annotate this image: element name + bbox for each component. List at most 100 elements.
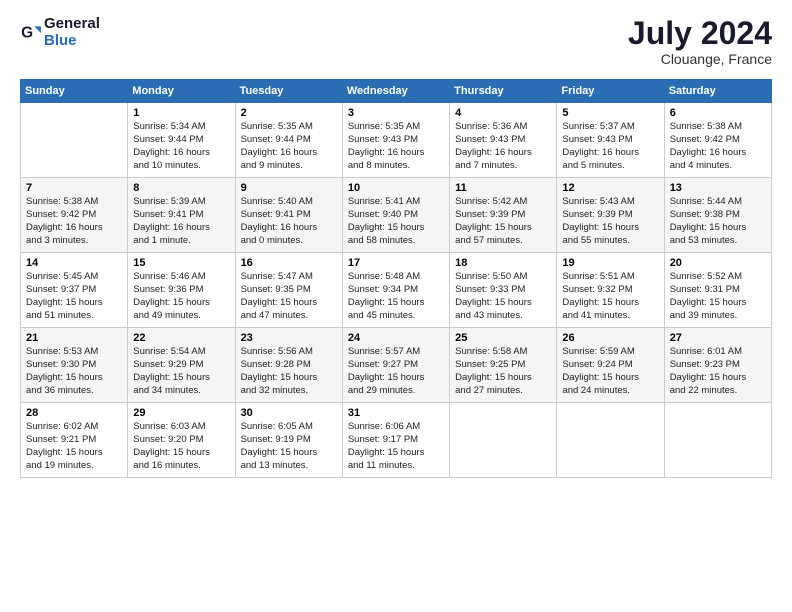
calendar-cell: 10 Sunrise: 5:41 AMSunset: 9:40 PMDayligh… bbox=[342, 178, 449, 253]
calendar-cell: 16 Sunrise: 5:47 AMSunset: 9:35 PMDayligh… bbox=[235, 253, 342, 328]
day-number: 22 bbox=[133, 332, 229, 344]
day-number: 15 bbox=[133, 257, 229, 269]
day-info: Sunrise: 6:03 AMSunset: 9:20 PMDaylight:… bbox=[133, 421, 229, 472]
calendar-cell: 3 Sunrise: 5:35 AMSunset: 9:43 PMDaylight… bbox=[342, 103, 449, 178]
day-number: 5 bbox=[562, 107, 658, 119]
weekday-header-row: SundayMondayTuesdayWednesdayThursdayFrid… bbox=[21, 80, 772, 103]
day-number: 24 bbox=[348, 332, 444, 344]
day-number: 3 bbox=[348, 107, 444, 119]
calendar-cell: 14Sunrise: 5:45 AMSunset: 9:37 PMDayligh… bbox=[21, 253, 128, 328]
calendar-cell bbox=[21, 103, 128, 178]
day-info: Sunrise: 6:01 AMSunset: 9:23 PMDaylight:… bbox=[670, 346, 766, 397]
day-number: 12 bbox=[562, 182, 658, 194]
calendar-cell: 31 Sunrise: 6:06 AMSunset: 9:17 PMDayligh… bbox=[342, 403, 449, 478]
calendar-cell: 25 Sunrise: 5:58 AMSunset: 9:25 PMDayligh… bbox=[450, 328, 557, 403]
weekday-header-friday: Friday bbox=[557, 80, 664, 103]
day-info: Sunrise: 5:37 AMSunset: 9:43 PMDaylight:… bbox=[562, 121, 658, 172]
day-info: Sunrise: 5:41 AMSunset: 9:40 PMDaylight:… bbox=[348, 196, 444, 247]
week-row-1: 1 Sunrise: 5:34 AMSunset: 9:44 PMDaylight… bbox=[21, 103, 772, 178]
calendar-cell: 23 Sunrise: 5:56 AMSunset: 9:28 PMDayligh… bbox=[235, 328, 342, 403]
calendar-cell: 11 Sunrise: 5:42 AMSunset: 9:39 PMDayligh… bbox=[450, 178, 557, 253]
location: Clouange, France bbox=[628, 51, 772, 67]
day-number: 8 bbox=[133, 182, 229, 194]
week-row-2: 7 Sunrise: 5:38 AMSunset: 9:42 PMDaylight… bbox=[21, 178, 772, 253]
calendar-cell: 5 Sunrise: 5:37 AMSunset: 9:43 PMDaylight… bbox=[557, 103, 664, 178]
month-year: July 2024 bbox=[628, 16, 772, 51]
day-info: Sunrise: 5:54 AMSunset: 9:29 PMDaylight:… bbox=[133, 346, 229, 397]
title-block: July 2024 Clouange, France bbox=[628, 16, 772, 67]
day-info: Sunrise: 5:44 AMSunset: 9:38 PMDaylight:… bbox=[670, 196, 766, 247]
calendar-cell: 29Sunrise: 6:03 AMSunset: 9:20 PMDayligh… bbox=[128, 403, 235, 478]
day-number: 30 bbox=[241, 407, 337, 419]
day-number: 6 bbox=[670, 107, 766, 119]
calendar-cell: 30 Sunrise: 6:05 AMSunset: 9:19 PMDayligh… bbox=[235, 403, 342, 478]
day-info: Sunrise: 5:39 AMSunset: 9:41 PMDaylight:… bbox=[133, 196, 229, 247]
day-number: 9 bbox=[241, 182, 337, 194]
calendar-cell: 8 Sunrise: 5:39 AMSunset: 9:41 PMDaylight… bbox=[128, 178, 235, 253]
logo-icon: G bbox=[20, 22, 42, 44]
day-number: 23 bbox=[241, 332, 337, 344]
calendar-cell: 19 Sunrise: 5:51 AMSunset: 9:32 PMDayligh… bbox=[557, 253, 664, 328]
page: G General Blue July 2024 Clouange, Franc… bbox=[0, 0, 792, 612]
calendar-cell: 22 Sunrise: 5:54 AMSunset: 9:29 PMDayligh… bbox=[128, 328, 235, 403]
calendar-cell: 28Sunrise: 6:02 AMSunset: 9:21 PMDayligh… bbox=[21, 403, 128, 478]
weekday-header-thursday: Thursday bbox=[450, 80, 557, 103]
calendar-cell: 26Sunrise: 5:59 AMSunset: 9:24 PMDayligh… bbox=[557, 328, 664, 403]
logo-text: General Blue bbox=[44, 16, 100, 49]
day-info: Sunrise: 6:05 AMSunset: 9:19 PMDaylight:… bbox=[241, 421, 337, 472]
day-info: Sunrise: 5:56 AMSunset: 9:28 PMDaylight:… bbox=[241, 346, 337, 397]
day-number: 1 bbox=[133, 107, 229, 119]
day-number: 10 bbox=[348, 182, 444, 194]
calendar-cell: 2 Sunrise: 5:35 AMSunset: 9:44 PMDaylight… bbox=[235, 103, 342, 178]
day-info: Sunrise: 6:06 AMSunset: 9:17 PMDaylight:… bbox=[348, 421, 444, 472]
calendar-cell: 24 Sunrise: 5:57 AMSunset: 9:27 PMDayligh… bbox=[342, 328, 449, 403]
day-info: Sunrise: 5:43 AMSunset: 9:39 PMDaylight:… bbox=[562, 196, 658, 247]
day-info: Sunrise: 5:47 AMSunset: 9:35 PMDaylight:… bbox=[241, 271, 337, 322]
day-info: Sunrise: 5:50 AMSunset: 9:33 PMDaylight:… bbox=[455, 271, 551, 322]
day-info: Sunrise: 5:45 AMSunset: 9:37 PMDaylight:… bbox=[26, 271, 122, 322]
day-info: Sunrise: 5:42 AMSunset: 9:39 PMDaylight:… bbox=[455, 196, 551, 247]
day-number: 20 bbox=[670, 257, 766, 269]
calendar: SundayMondayTuesdayWednesdayThursdayFrid… bbox=[20, 79, 772, 478]
day-info: Sunrise: 5:38 AMSunset: 9:42 PMDaylight:… bbox=[26, 196, 122, 247]
day-number: 25 bbox=[455, 332, 551, 344]
calendar-cell: 4Sunrise: 5:36 AMSunset: 9:43 PMDaylight… bbox=[450, 103, 557, 178]
day-number: 28 bbox=[26, 407, 122, 419]
day-number: 7 bbox=[26, 182, 122, 194]
week-row-5: 28Sunrise: 6:02 AMSunset: 9:21 PMDayligh… bbox=[21, 403, 772, 478]
calendar-cell: 20Sunrise: 5:52 AMSunset: 9:31 PMDayligh… bbox=[664, 253, 771, 328]
day-info: Sunrise: 5:36 AMSunset: 9:43 PMDaylight:… bbox=[455, 121, 551, 172]
day-info: Sunrise: 5:38 AMSunset: 9:42 PMDaylight:… bbox=[670, 121, 766, 172]
weekday-header-tuesday: Tuesday bbox=[235, 80, 342, 103]
weekday-header-monday: Monday bbox=[128, 80, 235, 103]
day-info: Sunrise: 5:35 AMSunset: 9:43 PMDaylight:… bbox=[348, 121, 444, 172]
weekday-header-wednesday: Wednesday bbox=[342, 80, 449, 103]
day-info: Sunrise: 5:35 AMSunset: 9:44 PMDaylight:… bbox=[241, 121, 337, 172]
day-info: Sunrise: 5:58 AMSunset: 9:25 PMDaylight:… bbox=[455, 346, 551, 397]
calendar-cell bbox=[664, 403, 771, 478]
calendar-cell: 21Sunrise: 5:53 AMSunset: 9:30 PMDayligh… bbox=[21, 328, 128, 403]
calendar-cell bbox=[557, 403, 664, 478]
day-number: 27 bbox=[670, 332, 766, 344]
day-info: Sunrise: 5:59 AMSunset: 9:24 PMDaylight:… bbox=[562, 346, 658, 397]
svg-text:G: G bbox=[21, 24, 33, 41]
day-number: 16 bbox=[241, 257, 337, 269]
day-number: 11 bbox=[455, 182, 551, 194]
day-info: Sunrise: 5:34 AMSunset: 9:44 PMDaylight:… bbox=[133, 121, 229, 172]
calendar-cell: 6 Sunrise: 5:38 AMSunset: 9:42 PMDaylight… bbox=[664, 103, 771, 178]
day-info: Sunrise: 5:40 AMSunset: 9:41 PMDaylight:… bbox=[241, 196, 337, 247]
day-number: 2 bbox=[241, 107, 337, 119]
calendar-cell: 12 Sunrise: 5:43 AMSunset: 9:39 PMDayligh… bbox=[557, 178, 664, 253]
calendar-cell: 1 Sunrise: 5:34 AMSunset: 9:44 PMDaylight… bbox=[128, 103, 235, 178]
day-number: 19 bbox=[562, 257, 658, 269]
calendar-cell bbox=[450, 403, 557, 478]
day-info: Sunrise: 5:51 AMSunset: 9:32 PMDaylight:… bbox=[562, 271, 658, 322]
calendar-cell: 7 Sunrise: 5:38 AMSunset: 9:42 PMDaylight… bbox=[21, 178, 128, 253]
calendar-cell: 18Sunrise: 5:50 AMSunset: 9:33 PMDayligh… bbox=[450, 253, 557, 328]
header: G General Blue July 2024 Clouange, Franc… bbox=[20, 16, 772, 67]
week-row-4: 21Sunrise: 5:53 AMSunset: 9:30 PMDayligh… bbox=[21, 328, 772, 403]
day-info: Sunrise: 5:57 AMSunset: 9:27 PMDaylight:… bbox=[348, 346, 444, 397]
day-info: Sunrise: 5:48 AMSunset: 9:34 PMDaylight:… bbox=[348, 271, 444, 322]
day-number: 17 bbox=[348, 257, 444, 269]
day-number: 31 bbox=[348, 407, 444, 419]
